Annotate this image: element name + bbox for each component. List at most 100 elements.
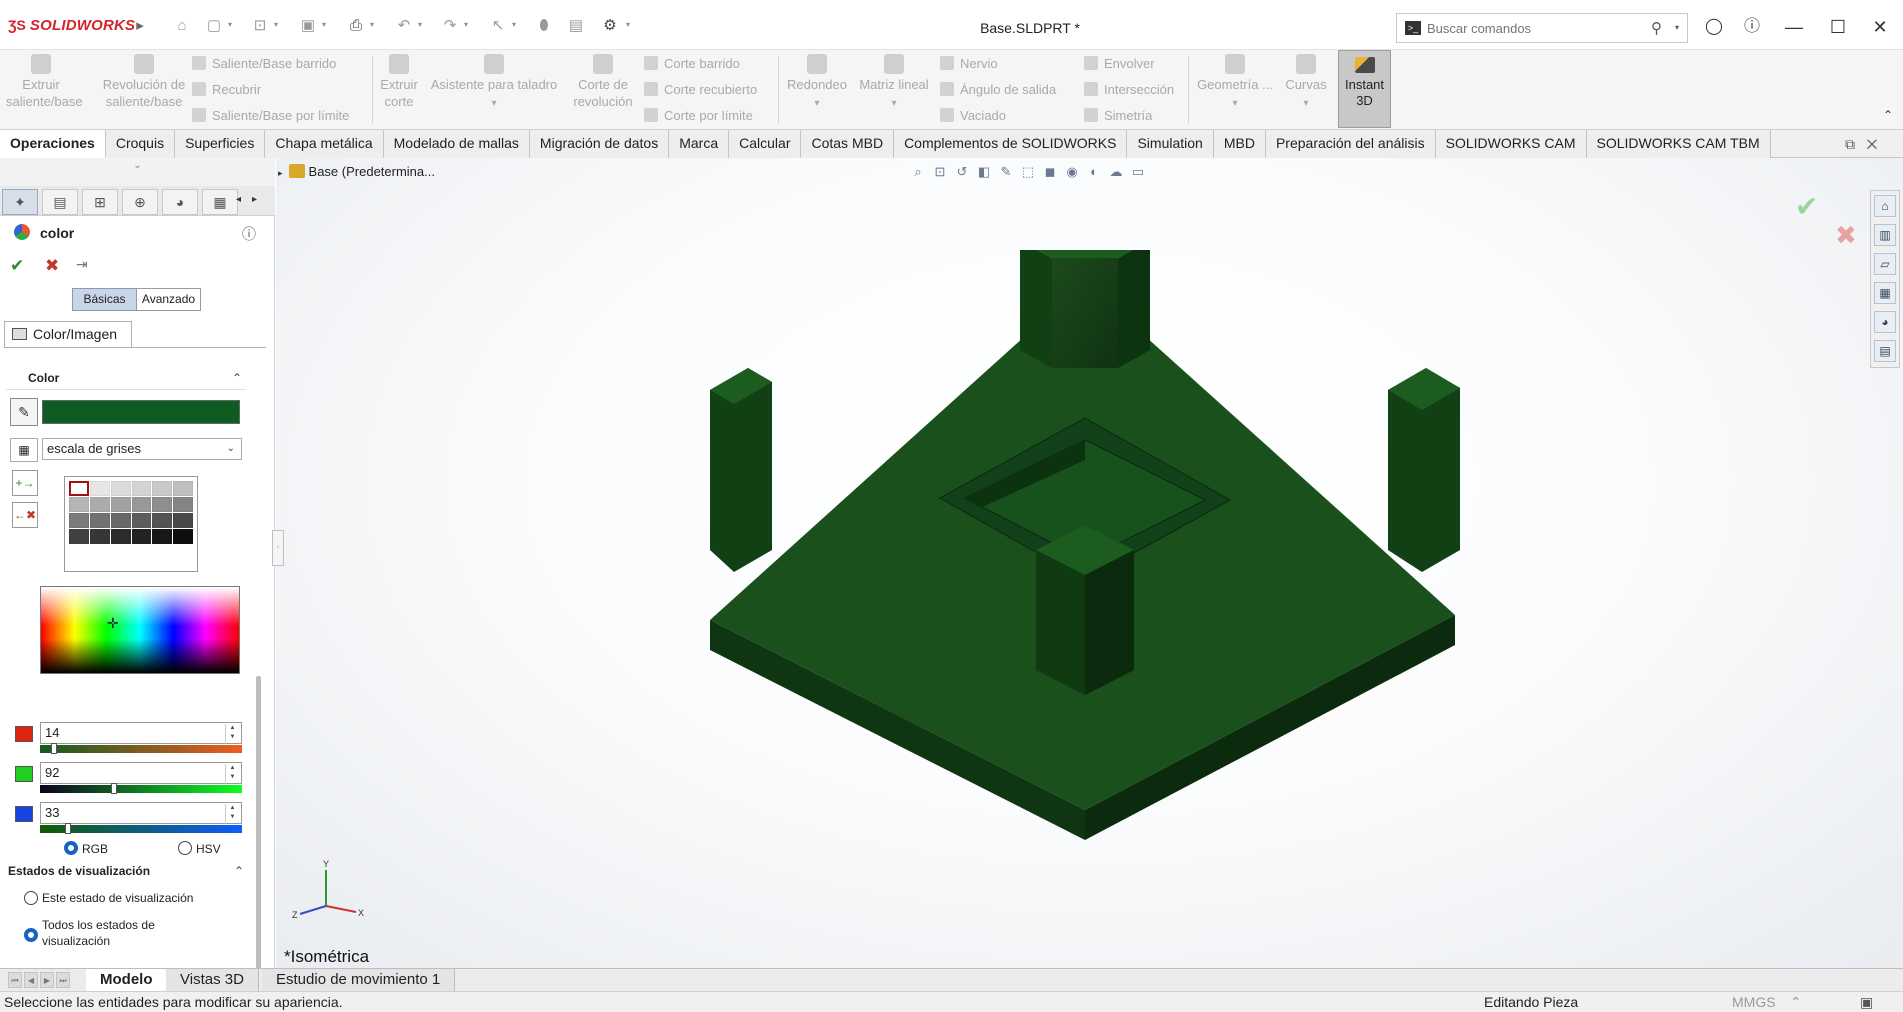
tab-calcular[interactable]: Calcular	[729, 130, 802, 158]
appearances-icon[interactable]: ◕	[1874, 311, 1896, 333]
tab-simulation[interactable]: Simulation	[1127, 130, 1214, 158]
print-dropdown-icon[interactable]: ▾	[370, 20, 378, 30]
last-tab-icon[interactable]: ⏭	[56, 972, 70, 988]
display-manager-tab-icon[interactable]: ◕	[162, 189, 198, 215]
red-value-field[interactable]: 14 ▲ ▼	[40, 722, 242, 744]
apply-scene-icon[interactable]: ☁	[1108, 164, 1124, 180]
tab-cotas-mbd[interactable]: Cotas MBD	[801, 130, 895, 158]
gray-swatch[interactable]	[131, 513, 152, 528]
save-dropdown-icon[interactable]: ▾	[322, 20, 330, 30]
display-states-header[interactable]: Estados de visualización ⌃	[8, 864, 248, 884]
maximize-button[interactable]: ☐	[1824, 15, 1852, 39]
command-search-input[interactable]	[1427, 19, 1637, 37]
prev-tab-icon[interactable]: ◀	[24, 972, 38, 988]
gray-swatch[interactable]	[173, 529, 193, 544]
cancel-x-icon[interactable]: ✖	[45, 256, 59, 276]
tab-operaciones[interactable]: Operaciones	[0, 130, 106, 158]
green-slider[interactable]	[40, 783, 242, 794]
new-dropdown-icon[interactable]: ▾	[228, 20, 236, 30]
hide-show-items-icon[interactable]: ◉	[1064, 164, 1080, 180]
confirmation-corner-ok-icon[interactable]: ✔	[1795, 190, 1818, 223]
gray-swatch[interactable]	[89, 513, 110, 528]
command-search-box[interactable]: >_ ⚲ ▾	[1396, 13, 1688, 43]
gray-swatch[interactable]	[69, 529, 89, 544]
revolve-boss-button[interactable]: Revolución de saliente/base	[98, 54, 190, 124]
hole-wizard-button[interactable]: Asistente para taladro ▾	[426, 54, 562, 124]
previous-view-icon[interactable]: ↺	[954, 164, 970, 180]
extrude-cut-button[interactable]: Extruir corte	[378, 54, 420, 124]
hsv-radio[interactable]	[178, 841, 192, 855]
print-icon[interactable]: ⎙	[346, 17, 366, 35]
grayscale-swatch-grid[interactable]	[64, 476, 198, 572]
tab-mbd[interactable]: MBD	[1213, 130, 1266, 158]
boundary-boss-button[interactable]: Saliente/Base por límite	[192, 104, 349, 128]
gray-swatch[interactable]	[173, 497, 193, 512]
swept-cut-button[interactable]: Corte barrido	[644, 52, 740, 76]
gray-swatch[interactable]	[173, 513, 193, 528]
tab-preparación-del-análisis[interactable]: Preparación del análisis	[1265, 130, 1436, 158]
green-value-field[interactable]: 92 ▲ ▼	[40, 762, 242, 784]
gray-swatch[interactable]	[152, 497, 173, 512]
instant3d-button[interactable]: Instant 3D	[1338, 50, 1391, 128]
view-settings-icon[interactable]: ▭	[1130, 164, 1146, 180]
tab-chapa-metálica[interactable]: Chapa metálica	[265, 130, 384, 158]
redo-icon[interactable]: ↷	[440, 17, 460, 35]
minimize-button[interactable]: —	[1780, 15, 1808, 39]
pin-icon[interactable]: ⇥	[76, 256, 88, 273]
mirror-button[interactable]: Simetría	[1084, 104, 1152, 128]
property-manager-tab-icon[interactable]: ⊞	[82, 189, 118, 215]
advanced-mode-button[interactable]: Avanzado	[136, 288, 201, 311]
expand-tree-icon[interactable]: ▸	[278, 168, 283, 178]
draft-button[interactable]: Ángulo de salida	[940, 78, 1056, 102]
add-swatch-icon[interactable]: +→	[12, 470, 38, 496]
gray-swatch[interactable]	[69, 513, 89, 528]
tabs-scroll-right-icon[interactable]: ▸	[252, 194, 257, 205]
basic-mode-button[interactable]: Básicas	[72, 288, 137, 311]
redo-dropdown-icon[interactable]: ▾	[464, 20, 472, 30]
configuration-tab-icon[interactable]: ⊕	[122, 189, 158, 215]
save-icon[interactable]: ▣	[298, 17, 318, 35]
green-spinner-icon[interactable]: ▲ ▼	[225, 764, 239, 782]
display-style-icon[interactable]: ◼	[1042, 164, 1058, 180]
panel-scrollbar[interactable]	[256, 676, 261, 1002]
tab-croquis[interactable]: Croquis	[105, 130, 176, 158]
feature-tree-tab-icon[interactable]: ▤	[42, 189, 78, 215]
red-spinner-icon[interactable]: ▲ ▼	[225, 724, 239, 742]
cam-tab-icon[interactable]: ▦	[202, 189, 238, 215]
gray-swatch[interactable]	[152, 481, 173, 496]
extrude-boss-button[interactable]: Extruir saliente/base	[6, 54, 83, 124]
select-icon[interactable]: ↖	[488, 17, 508, 35]
file-properties-icon[interactable]: ▤	[566, 17, 586, 35]
all-display-states-radio[interactable]	[24, 928, 38, 942]
tab-solidworks-cam-tbm[interactable]: SOLIDWORKS CAM TBM	[1586, 130, 1771, 158]
home-tab-icon[interactable]: ⌂	[1874, 195, 1896, 217]
current-color-swatch[interactable]	[42, 400, 240, 424]
design-library-icon[interactable]: ▥	[1874, 224, 1896, 246]
gray-swatch[interactable]	[152, 529, 173, 544]
boundary-cut-button[interactable]: Corte por límite	[644, 104, 753, 128]
tab-complementos-de-solidworks[interactable]: Complementos de SOLIDWORKS	[894, 130, 1128, 158]
open-file-icon[interactable]: ⊡	[250, 17, 270, 35]
linear-pattern-button[interactable]: Matriz lineal ▾	[854, 54, 934, 124]
options-dropdown-icon[interactable]: ▾	[626, 20, 634, 30]
remove-swatch-icon[interactable]: ←✖	[12, 502, 38, 528]
tabs-scroll-left-icon[interactable]: ◂	[236, 194, 241, 205]
gray-swatch[interactable]	[173, 481, 193, 496]
search-icon[interactable]: ⚲	[1651, 19, 1662, 37]
gray-swatch[interactable]	[131, 529, 152, 544]
rgb-radio[interactable]	[64, 841, 78, 855]
reference-geometry-button[interactable]: Geometría ... ▾	[1194, 54, 1276, 124]
loft-boss-button[interactable]: Recubrir	[192, 78, 261, 102]
custom-properties-icon[interactable]: ▤	[1874, 340, 1896, 362]
view-orientation-icon[interactable]: ⬚	[1020, 164, 1036, 180]
gray-swatch[interactable]	[89, 497, 110, 512]
undo-icon[interactable]: ↶	[394, 17, 414, 35]
confirmation-corner-cancel-icon[interactable]: ✖	[1835, 220, 1857, 251]
units-indicator[interactable]: MMGS	[1732, 992, 1776, 1012]
blue-spinner-icon[interactable]: ▲ ▼	[225, 804, 239, 822]
tab-motion-study[interactable]: Estudio de movimiento 1	[262, 969, 456, 991]
loft-cut-button[interactable]: Corte recubierto	[644, 78, 757, 102]
edit-appearance-icon[interactable]: ◐	[1086, 164, 1102, 180]
rib-button[interactable]: Nervio	[940, 52, 998, 76]
intersect-button[interactable]: Intersección	[1084, 78, 1174, 102]
